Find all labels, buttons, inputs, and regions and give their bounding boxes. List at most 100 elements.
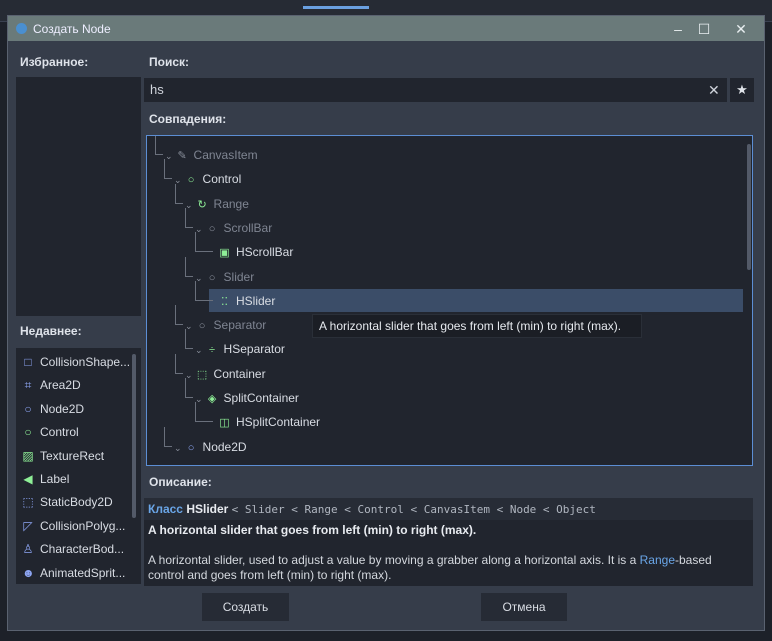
hscrollbar-icon: ▣ [219, 247, 230, 260]
tree-guide-line [185, 378, 193, 398]
tree-item[interactable]: ⌄ ÷ HSeparator [195, 337, 285, 361]
recent-item-label: TextureRect [40, 448, 105, 463]
recent-list[interactable]: □ CollisionShape... ⌗ Area2D ○ Node2D ○ Control… [16, 348, 141, 584]
tree-item[interactable]: ◫ HSplitContainer [219, 410, 320, 434]
favorites-list[interactable] [16, 77, 141, 316]
active-tab-indicator [303, 6, 369, 9]
maximize-button[interactable]: ☐ [694, 19, 714, 39]
tree-item-label: HSlider [236, 293, 276, 308]
texturerect-icon: ▨ [22, 448, 34, 463]
node2d-icon: ○ [187, 441, 195, 454]
tree-item-label: HSeparator [223, 342, 285, 357]
description-label: Описание: [149, 475, 212, 489]
tree-item[interactable]: ⌄ ○ Node2D [174, 435, 247, 459]
minimize-button[interactable]: – [668, 19, 688, 39]
node2d-icon: ○ [24, 401, 32, 416]
recent-item-label: CollisionPolyg... [40, 518, 126, 533]
tree-item[interactable]: ⁚⁚ HSlider [219, 289, 275, 313]
pencil-icon: ✎ [177, 150, 187, 162]
recent-item[interactable]: ○ Node2D [22, 398, 84, 420]
tree-item-label: HScrollBar [236, 245, 294, 260]
chevron-down-icon[interactable]: ⌄ [174, 443, 182, 453]
characterbody-icon: ♙ [22, 542, 34, 557]
recent-item-label: StaticBody2D [40, 495, 113, 510]
class-word: Класс [148, 502, 183, 516]
tree-guide-line [195, 232, 213, 253]
tree-scrollbar[interactable] [747, 144, 751, 270]
animatedsprite-icon: ☻ [22, 565, 35, 580]
tree-item[interactable]: ⌄ ✎ CanvasItem [165, 143, 258, 167]
desc-text: A horizontal slider, used to adjust a va… [148, 553, 640, 567]
recent-item[interactable]: ○ Control [22, 421, 78, 443]
selected-row-highlight [209, 289, 743, 312]
create-button[interactable]: Создать [202, 593, 289, 621]
control-icon: ○ [187, 174, 195, 187]
tree-guide-line [164, 426, 172, 447]
recent-item-label: Area2D [40, 378, 81, 393]
tree-item[interactable]: ▣ HScrollBar [219, 240, 293, 264]
tree-item[interactable]: ⌄ ○ Separator [185, 313, 266, 337]
recent-item[interactable]: ◀ Label [22, 468, 69, 490]
tree-item-label: Range [213, 196, 249, 211]
tree-item-label: Control [202, 172, 242, 187]
tooltip: A horizontal slider that goes from left … [312, 314, 642, 338]
range-icon: ↻ [197, 198, 207, 211]
tree-guide-line [175, 305, 183, 326]
tree-item-label: Node2D [202, 439, 247, 454]
window-title: Создать Node [33, 21, 111, 36]
tree-item[interactable]: ⌄ ↻ Range [185, 192, 249, 216]
staticbody2d-icon: ⬚ [22, 495, 34, 510]
tree-item[interactable]: ⌄ ⬚ Container [185, 362, 266, 386]
tree-item-label: ScrollBar [223, 220, 273, 235]
tree-item[interactable]: ⌄ ○ Control [174, 167, 241, 191]
close-button[interactable]: ✕ [731, 19, 751, 39]
inheritance-chain[interactable]: < Slider < Range < Control < CanvasItem … [232, 503, 596, 516]
favorite-star-button[interactable]: ★ [730, 78, 754, 102]
cancel-button[interactable]: Отмена [481, 593, 567, 621]
tree-item-label: Separator [213, 318, 267, 333]
tree-item-label: SplitContainer [223, 391, 299, 405]
recent-item-label: CharacterBod... [40, 542, 125, 557]
title-bar[interactable]: Создать Node – ☐ ✕ [8, 16, 764, 41]
hsplitcontainer-icon: ◫ [219, 417, 230, 430]
recent-item[interactable]: ⌗ Area2D [22, 374, 81, 396]
matches-tree[interactable]: ⌄ ✎ CanvasItem ⌄ ○ Control ⌄ ↻ Range ⌄ ○ ScrollBar ▣… [146, 135, 753, 466]
tree-item-label: CanvasItem [193, 148, 258, 162]
range-link[interactable]: Range [640, 553, 675, 567]
label-icon: ◀ [23, 472, 33, 486]
hslider-icon: ⁚⁚ [221, 295, 228, 308]
tree-guide-line [185, 329, 193, 350]
tree-guide-line [175, 183, 183, 204]
search-label: Поиск: [149, 55, 190, 69]
tree-item-label: Container [213, 366, 266, 381]
tree-item-label: Slider [223, 269, 255, 284]
tree-guide-line [185, 256, 193, 277]
create-node-dialog: Создать Node – ☐ ✕ Избранное: Недавнее: … [7, 15, 765, 631]
recent-item-label: AnimatedSprit... [40, 565, 126, 580]
container-icon: ⬚ [196, 368, 208, 381]
recent-item-label: Node2D [40, 401, 85, 416]
area2d-icon: ⌗ [24, 378, 32, 393]
recent-item[interactable]: □ CollisionShape... [22, 351, 130, 373]
recent-item[interactable]: ☻ AnimatedSprit... [22, 562, 125, 584]
tree-guide-line [155, 136, 163, 155]
tree-guide-line [195, 280, 213, 301]
recent-label: Недавнее: [20, 324, 82, 338]
chevron-down-icon[interactable]: ⌄ [195, 345, 203, 355]
search-value: hs [150, 82, 164, 97]
recent-scrollbar[interactable] [132, 354, 136, 518]
godot-icon [16, 23, 27, 34]
search-input[interactable]: hs [144, 78, 727, 102]
clear-search-icon[interactable]: ✕ [708, 78, 726, 102]
recent-item-label: Label [40, 472, 70, 486]
recent-item[interactable]: ◸ CollisionPolyg... [22, 515, 125, 537]
recent-item[interactable]: ▨ TextureRect [22, 445, 104, 467]
recent-item[interactable]: ♙ CharacterBod... [22, 538, 124, 560]
tree-guide-line [195, 402, 213, 423]
tree-guide-line [164, 159, 172, 180]
recent-item[interactable]: ⬚ StaticBody2D [22, 491, 113, 513]
hseparator-icon: ÷ [209, 344, 216, 357]
separator-icon: ○ [198, 320, 206, 333]
matches-label: Совпадения: [149, 112, 227, 126]
recent-item-label: CollisionShape... [40, 355, 131, 369]
